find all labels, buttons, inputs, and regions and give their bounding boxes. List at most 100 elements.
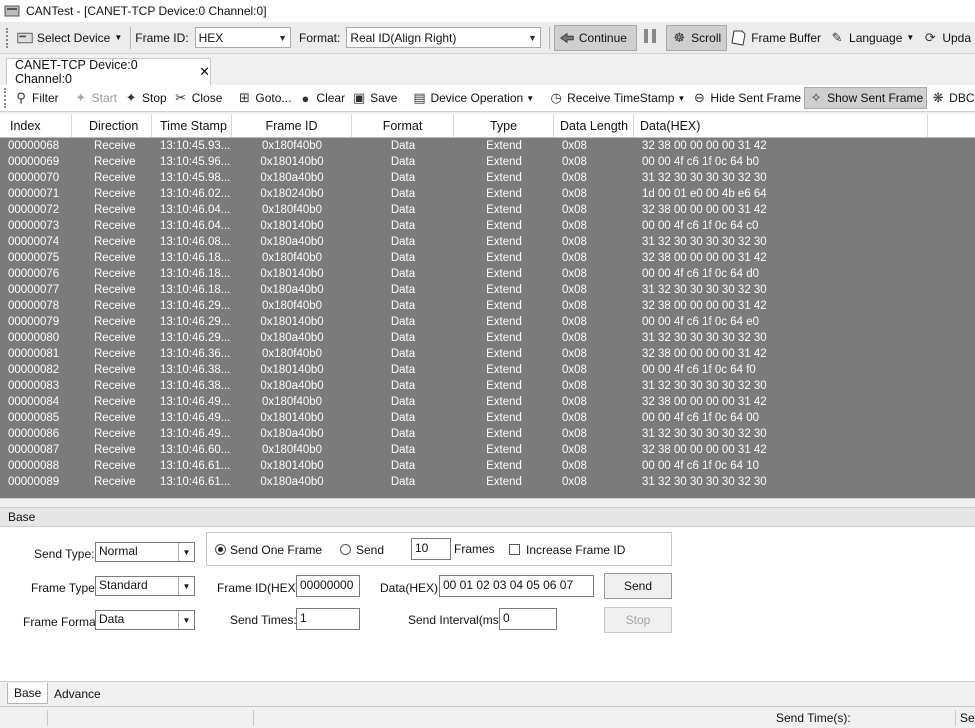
cell-index: 00000086: [8, 428, 60, 440]
tab-advance[interactable]: Advance: [48, 683, 107, 704]
data-hex-input[interactable]: 00 01 02 03 04 05 06 07: [439, 575, 594, 597]
column-header-frame-id[interactable]: Frame ID: [232, 114, 352, 137]
cell-direction: Receive: [94, 252, 136, 264]
table-row[interactable]: 00000068 Receive 13:10:45.93... 0x180f40b0 D…: [0, 138, 975, 154]
send-type-select[interactable]: Normal ▼: [95, 542, 195, 562]
stop-send-button[interactable]: Stop: [604, 607, 672, 633]
table-row[interactable]: 00000086 Receive 13:10:46.49... 0x180a40b0 D…: [0, 426, 975, 442]
frame-type-select[interactable]: Standard ▼: [95, 576, 195, 596]
receive-timestamp-button[interactable]: ◷ Receive TimeStamp ▼: [545, 87, 688, 109]
table-row[interactable]: 00000075 Receive 13:10:46.18... 0x180f40b0 D…: [0, 250, 975, 266]
select-device-button[interactable]: Select Device ▼: [13, 25, 126, 51]
update-icon: ⟳: [924, 29, 936, 45]
app-icon: [4, 5, 20, 17]
table-row[interactable]: 00000084 Receive 13:10:46.49... 0x180f40b0 D…: [0, 394, 975, 410]
cell-format: Data: [390, 220, 416, 232]
column-header-index[interactable]: Index: [0, 114, 72, 137]
column-header-type[interactable]: Type: [454, 114, 554, 137]
table-row[interactable]: 00000074 Receive 13:10:46.08... 0x180a40b0 D…: [0, 234, 975, 250]
table-row[interactable]: 00000069 Receive 13:10:45.96... 0x180140b0 D…: [0, 154, 975, 170]
language-button[interactable]: ✎ Language ▼: [825, 25, 918, 51]
frame-grid[interactable]: 00000068 Receive 13:10:45.93... 0x180f40b0 D…: [0, 138, 975, 498]
table-row[interactable]: 00000087 Receive 13:10:46.60... 0x180f40b0 D…: [0, 442, 975, 458]
column-header-format[interactable]: Format: [352, 114, 454, 137]
update-button[interactable]: ⟳ Upda: [918, 25, 975, 51]
table-row[interactable]: 00000089 Receive 13:10:46.61... 0x180a40b0 D…: [0, 474, 975, 490]
table-row[interactable]: 00000079 Receive 13:10:46.29... 0x180140b0 D…: [0, 314, 975, 330]
clear-button[interactable]: ● Clear: [294, 87, 348, 109]
start-button[interactable]: ✦ Start: [70, 87, 120, 109]
column-header-data-hex[interactable]: Data(HEX): [634, 114, 928, 137]
status-bar: Send Time(s): Se: [0, 706, 975, 728]
filter-button[interactable]: ⚲ Filter: [10, 87, 62, 109]
column-header-direction[interactable]: Direction: [72, 114, 152, 137]
cell-frame-id: 0x180f40b0: [261, 300, 323, 312]
table-row[interactable]: 00000077 Receive 13:10:46.18... 0x180a40b0 D…: [0, 282, 975, 298]
toolbar-grip[interactable]: [6, 27, 9, 48]
send-button[interactable]: Send: [604, 573, 672, 599]
table-row[interactable]: 00000081 Receive 13:10:46.36... 0x180f40b0 D…: [0, 346, 975, 362]
cell-timestamp: 13:10:46.18...: [160, 284, 231, 296]
show-sent-frame-button[interactable]: ✧ Show Sent Frame: [804, 87, 928, 109]
cell-direction: Receive: [94, 140, 136, 152]
clear-label: Clear: [316, 91, 346, 105]
update-label: Upda: [942, 30, 972, 45]
close-button[interactable]: ✂ Close: [170, 87, 226, 109]
send-label: Send: [356, 543, 385, 557]
frame-format-select[interactable]: Data ▼: [95, 610, 195, 630]
hide-sent-frame-button[interactable]: ⊖ Hide Sent Frame: [688, 87, 804, 109]
cell-timestamp: 13:10:46.49...: [160, 396, 231, 408]
table-row[interactable]: 00000070 Receive 13:10:45.98... 0x180a40b0 D…: [0, 170, 975, 186]
cell-format: Data: [390, 284, 416, 296]
pause-button[interactable]: [637, 25, 667, 51]
send-times-input[interactable]: 1: [296, 608, 360, 630]
scroll-button[interactable]: ☸ Scroll: [666, 24, 728, 51]
format-select[interactable]: Real ID(Align Right) ▼: [346, 27, 541, 48]
cell-index: 00000069: [8, 156, 60, 168]
cell-index: 00000074: [8, 236, 60, 248]
cell-index: 00000070: [8, 172, 60, 184]
stop-label: Stop: [142, 91, 167, 105]
cell-index: 00000080: [8, 332, 60, 344]
increase-frame-id-checkbox[interactable]: [509, 544, 520, 555]
table-row[interactable]: 00000073 Receive 13:10:46.04... 0x180140b0 D…: [0, 218, 975, 234]
send-interval-input[interactable]: 0: [499, 608, 557, 630]
tab-base[interactable]: Base: [7, 683, 49, 704]
table-row[interactable]: 00000080 Receive 13:10:46.29... 0x180a40b0 D…: [0, 330, 975, 346]
language-label: Language: [849, 30, 903, 45]
device-operation-button[interactable]: ▤ Device Operation ▼: [408, 87, 537, 109]
continue-icon: [559, 30, 575, 46]
column-header-data-length[interactable]: Data Length: [554, 114, 634, 137]
table-row[interactable]: 00000083 Receive 13:10:46.38... 0x180a40b0 D…: [0, 378, 975, 394]
stop-button[interactable]: ✦ Stop: [120, 87, 170, 109]
table-row[interactable]: 00000085 Receive 13:10:46.49... 0x180140b0 D…: [0, 410, 975, 426]
close-icon[interactable]: ✕: [199, 64, 210, 80]
table-row[interactable]: 00000071 Receive 13:10:46.02... 0x180240b0 D…: [0, 186, 975, 202]
send-times-label: Send Times:: [230, 613, 297, 627]
cell-data-length: 0x08: [562, 428, 587, 440]
toolbar-grip[interactable]: [4, 88, 6, 108]
goto-button[interactable]: ⊞ Goto...: [233, 87, 294, 109]
tab-device-channel[interactable]: CANET-TCP Device:0 Channel:0 ✕: [6, 58, 211, 86]
table-row[interactable]: 00000076 Receive 13:10:46.18... 0x180140b0 D…: [0, 266, 975, 282]
send-one-frame-radio[interactable]: [215, 544, 226, 555]
dbc-button[interactable]: ❋ DBC: [927, 87, 975, 109]
cell-data-length: 0x08: [562, 236, 587, 248]
table-row[interactable]: 00000082 Receive 13:10:46.38... 0x180140b0 D…: [0, 362, 975, 378]
table-row[interactable]: 00000088 Receive 13:10:46.61... 0x180140b0 D…: [0, 458, 975, 474]
continue-button[interactable]: Continue: [553, 24, 637, 51]
table-row[interactable]: 00000078 Receive 13:10:46.29... 0x180f40b0 D…: [0, 298, 975, 314]
cell-data-hex: 32 38 00 00 00 00 31 42: [642, 348, 767, 360]
table-row[interactable]: 00000072 Receive 13:10:46.04... 0x180f40b0 D…: [0, 202, 975, 218]
send-frames-radio[interactable]: [340, 544, 351, 555]
column-header-timestamp[interactable]: Time Stamp: [152, 114, 232, 137]
frame-id-hex-input[interactable]: 00000000: [296, 575, 360, 597]
frames-count-input[interactable]: 10: [411, 538, 451, 560]
cell-type: Extend: [486, 236, 522, 248]
cell-data-length: 0x08: [562, 252, 587, 264]
frame-buffer-button[interactable]: Frame Buffer: [727, 25, 825, 51]
save-button[interactable]: ▣ Save: [348, 87, 400, 109]
panel-splitter[interactable]: [0, 498, 975, 505]
frame-id-select[interactable]: HEX ▼: [194, 27, 291, 48]
window-title: CANTest - [CANET-TCP Device:0 Channel:0]: [26, 4, 267, 18]
